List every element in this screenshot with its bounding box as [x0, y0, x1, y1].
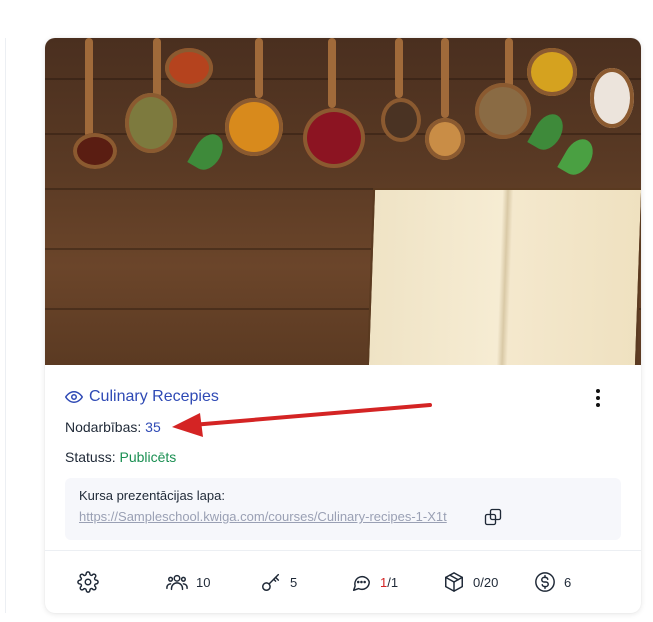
copy-icon[interactable] [483, 507, 503, 527]
status-value: Publicēts [119, 449, 177, 465]
price-value: 6 [564, 574, 572, 590]
status-label: Statuss: [65, 449, 116, 465]
comments-button[interactable]: 1/1 [350, 568, 398, 596]
settings-icon [77, 571, 99, 593]
settings-button[interactable] [77, 568, 99, 596]
more-vertical-icon[interactable] [588, 386, 608, 410]
lessons-count-link[interactable]: 35 [145, 419, 161, 435]
key-icon [262, 573, 280, 591]
comments-total: /1 [387, 574, 399, 590]
lessons-row: Nodarbības: 35 [65, 419, 161, 435]
course-card[interactable]: Culinary Recepies Nodarbības: 35 Statuss… [45, 38, 641, 613]
presentation-label: Kursa prezentācijas lapa: [79, 488, 225, 503]
card-footer: 10 5 1/1 0/20 6 [45, 568, 641, 596]
modules-button[interactable]: 0/20 [443, 568, 498, 596]
lessons-label: Nodarbības: [65, 419, 142, 435]
course-cover-image[interactable] [45, 38, 641, 365]
keys-button[interactable]: 5 [260, 568, 297, 596]
cube-icon [445, 572, 463, 592]
keys-count: 5 [290, 574, 298, 590]
footer-divider [45, 550, 641, 551]
status-row: Statuss: Publicēts [65, 449, 176, 465]
presentation-url-link[interactable]: https://Sampleschool.kwiga.com/courses/C… [79, 509, 469, 524]
price-button[interactable]: 6 [534, 568, 571, 596]
eye-icon [65, 391, 83, 403]
presentation-box: Kursa prezentācijas lapa: https://Sample… [65, 478, 621, 540]
students-button[interactable]: 10 [166, 568, 210, 596]
modules-count: 0/20 [473, 574, 499, 590]
course-title-link[interactable]: Culinary Recepies [65, 387, 219, 407]
dollar-icon [535, 572, 555, 592]
comment-icon [352, 576, 370, 591]
open-book [366, 188, 641, 365]
students-count: 10 [196, 574, 211, 590]
adjacent-card-edge [0, 38, 6, 613]
users-icon [166, 574, 188, 591]
course-title[interactable]: Culinary Recepies [89, 388, 219, 406]
